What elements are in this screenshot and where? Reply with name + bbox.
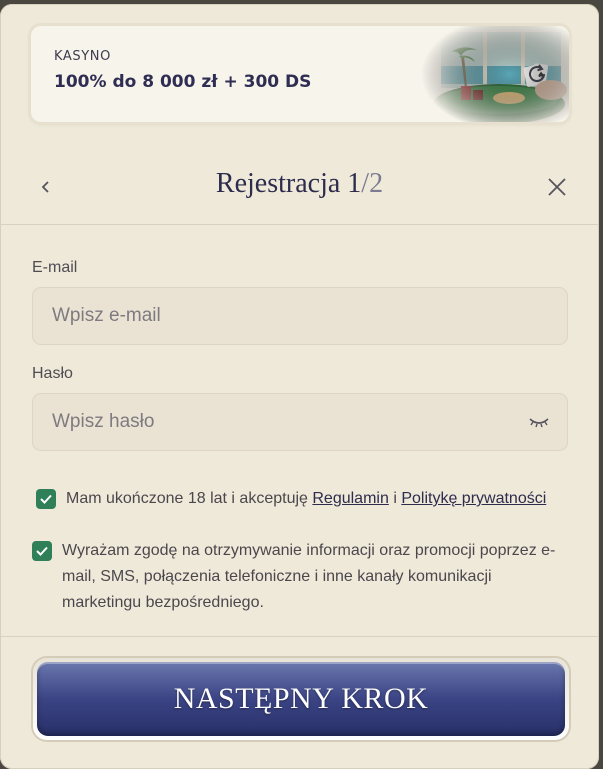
age-terms-text: Mam ukończone 18 lat i akceptuję Regulam… (66, 486, 546, 512)
email-input[interactable] (32, 287, 532, 345)
privacy-policy-link[interactable]: Politykę prywatności (401, 490, 546, 507)
check-icon (40, 494, 52, 504)
password-input[interactable] (32, 393, 532, 451)
check-icon (36, 546, 48, 556)
divider (0, 636, 599, 637)
marketing-consent-checkbox[interactable] (32, 541, 52, 561)
title-text: Rejestracja 1 (215, 168, 362, 199)
age-terms-checkbox[interactable] (36, 489, 56, 509)
page-title: Rejestracja 1/2 (0, 168, 599, 200)
and-text: i (393, 490, 397, 507)
modal-header: Rejestracja 1/2 (0, 146, 599, 225)
casino-bonus-banner[interactable]: KASYNO 100% do 8 000 zł + 300 DS (31, 26, 569, 122)
banner-offer: 100% do 8 000 zł + 300 DS (54, 72, 312, 92)
marketing-consent-text: Wyrażam zgodę na otrzymywanie informacji… (62, 538, 582, 616)
marketing-line-3: marketingu bezpośredniego. (62, 594, 264, 611)
email-label: E-mail (32, 259, 78, 276)
password-label: Hasło (32, 365, 73, 382)
marketing-line-1: Wyrażam zgodę na otrzymywanie informacji… (62, 542, 556, 559)
refresh-icon[interactable] (525, 62, 549, 86)
age-terms-label: Mam ukończone 18 lat i akceptuję (66, 490, 308, 507)
eye-closed-icon[interactable] (528, 415, 550, 429)
registration-modal: KASYNO 100% do 8 000 zł + 300 DS Rejestr… (0, 4, 599, 769)
step-suffix: /2 (361, 168, 384, 199)
marketing-line-2: mail, SMS, połączenia telefoniczne i inn… (62, 568, 492, 585)
next-step-button-frame: NASTĘPNY KROK (33, 658, 569, 740)
password-field-wrapper (32, 393, 568, 451)
terms-link[interactable]: Regulamin (312, 490, 388, 507)
banner-tag: KASYNO (54, 49, 111, 64)
email-field-wrapper (32, 287, 568, 345)
close-icon[interactable] (545, 175, 569, 199)
next-step-button[interactable]: NASTĘPNY KROK (37, 662, 565, 736)
